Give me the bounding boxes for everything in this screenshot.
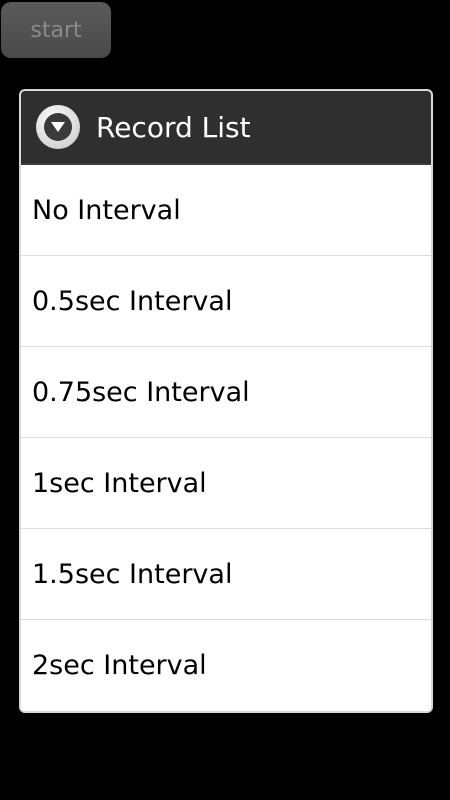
list-item-0-5sec-interval[interactable]: 0.5sec Interval <box>21 256 431 347</box>
record-list: No Interval 0.5sec Interval 0.75sec Inte… <box>21 165 431 711</box>
list-item-1-5sec-interval[interactable]: 1.5sec Interval <box>21 529 431 620</box>
dialog-header: Record List <box>21 91 431 165</box>
list-item-1sec-interval[interactable]: 1sec Interval <box>21 438 431 529</box>
start-button[interactable]: start <box>1 2 111 58</box>
list-item-no-interval[interactable]: No Interval <box>21 165 431 256</box>
list-item-2sec-interval[interactable]: 2sec Interval <box>21 620 431 711</box>
dropdown-circle-icon <box>36 105 80 149</box>
list-item-0-75sec-interval[interactable]: 0.75sec Interval <box>21 347 431 438</box>
dialog-title: Record List <box>96 110 251 144</box>
screen: start Record List No Interval 0.5sec Int… <box>0 0 450 800</box>
record-list-dialog: Record List No Interval 0.5sec Interval … <box>19 89 433 713</box>
